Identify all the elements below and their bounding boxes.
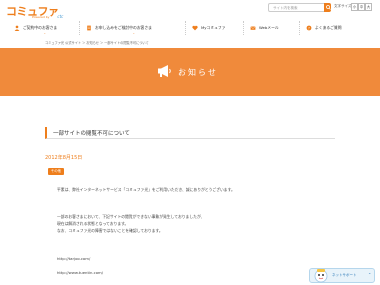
site-header: コミュファ Powered by ctc サイト内を検索 文字サイズ 小 中 大: [0, 0, 380, 20]
font-size-small-button[interactable]: 小: [351, 3, 358, 11]
nav-item-label: Myコミュファ: [201, 25, 226, 30]
page-title: お知らせ: [178, 68, 218, 77]
nav-item-prospects[interactable]: お申し込みをご検討中のお客さま ⌄: [80, 21, 186, 35]
article-paragraph: 現在は解消される状態となっております。: [57, 221, 129, 226]
nav-item-subscribers[interactable]: ご契約中のお客さま ⌄: [8, 21, 80, 35]
svg-text:?: ?: [308, 26, 310, 30]
article-paragraph: なお、コミュファ光の障害ではないことを確認しております。: [57, 228, 163, 233]
user-icon: [14, 25, 20, 31]
chevron-up-icon: ⌃: [368, 272, 372, 277]
heart-icon: [192, 25, 198, 31]
nav-item-label: Webメール: [259, 25, 279, 30]
article-link[interactable]: http://www.tuentin.com/: [57, 270, 103, 275]
main-nav: ご契約中のお客さま ⌄ お申し込みをご検討中のお客さま ⌄ Myコミュファ We…: [8, 21, 372, 35]
nav-item-faq[interactable]: ? よくあるご質問: [300, 21, 372, 35]
nav-item-label: お申し込みをご検討中のお客さま: [95, 25, 152, 30]
search-icon: [325, 5, 331, 10]
nav-item-label: よくあるご質問: [315, 25, 342, 30]
search-input[interactable]: サイト内を検索: [268, 3, 328, 12]
nav-item-webmail[interactable]: Webメール: [244, 21, 300, 35]
category-badge: その他: [48, 168, 64, 175]
net-support-widget[interactable]: ネットサポート ⌃: [309, 268, 375, 283]
article-paragraph: 一部のお客さまにおいて、下記サイトの閲覧ができない事象が発生しておりましたが、: [57, 214, 205, 219]
mail-icon: [250, 26, 256, 30]
article-link[interactable]: http://tarjoo.com/: [57, 256, 90, 261]
megaphone-icon: [158, 65, 171, 77]
question-icon: ?: [306, 25, 312, 31]
article-paragraph: 平素は、弊社インターネットサービス「コミュファ光」をご利用いただき、誠にありがと…: [57, 187, 235, 192]
font-size-label: 文字サイズ: [334, 4, 352, 8]
article-title: 一部サイトの閲覧不可について: [53, 131, 130, 137]
logo-subtitle: Powered by ctc: [32, 14, 64, 19]
search-button[interactable]: [324, 3, 331, 12]
article-title-box: 一部サイトの閲覧不可について: [45, 127, 335, 139]
chevron-down-icon: ⌄: [132, 31, 136, 35]
nav-item-label: ご契約中のお客さま: [23, 25, 58, 30]
font-size-medium-button[interactable]: 中: [358, 3, 365, 11]
article-date: 2012年8月15日: [45, 155, 83, 161]
nav-item-my-commufa[interactable]: Myコミュファ: [186, 21, 244, 35]
support-character-icon: [314, 269, 328, 283]
document-icon: [87, 25, 91, 31]
breadcrumb[interactable]: コミュファ光 公式サイト ＞ お知らせ ＞ 一部サイトの閲覧不可について: [45, 40, 149, 45]
net-support-label: ネットサポート: [332, 273, 357, 277]
chevron-down-icon: ⌄: [43, 31, 47, 35]
logo-cite: ctc: [57, 14, 64, 19]
font-size-large-button[interactable]: 大: [365, 3, 372, 11]
